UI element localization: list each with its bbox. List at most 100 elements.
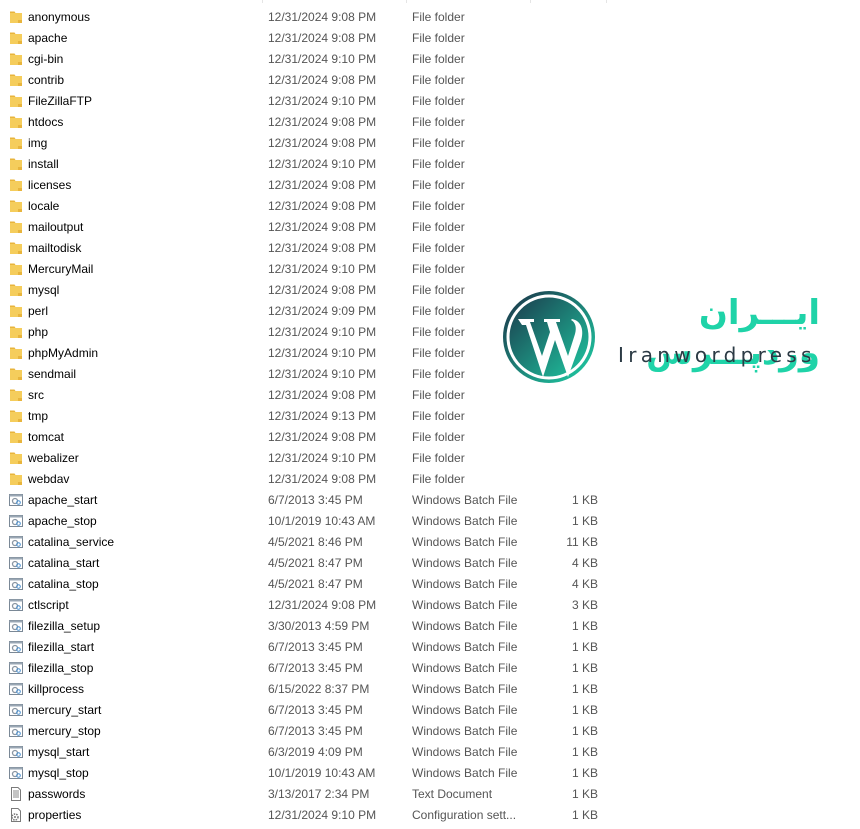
column-divider[interactable]	[530, 0, 531, 3]
file-row[interactable]: mercury_stop 6/7/2013 3:45 PM Windows Ba…	[0, 721, 620, 742]
file-name[interactable]: licenses	[28, 178, 71, 192]
file-type: Windows Batch File	[412, 493, 518, 507]
file-name[interactable]: apache	[28, 31, 67, 45]
file-name[interactable]: perl	[28, 304, 48, 318]
file-row[interactable]: mailoutput 12/31/2024 9:08 PM File folde…	[0, 217, 620, 238]
file-row[interactable]: locale 12/31/2024 9:08 PM File folder	[0, 196, 620, 217]
file-name[interactable]: properties	[28, 808, 81, 822]
file-name[interactable]: catalina_start	[28, 556, 99, 570]
file-name[interactable]: MercuryMail	[28, 262, 93, 276]
file-type: Windows Batch File	[412, 682, 518, 696]
file-row[interactable]: catalina_service 4/5/2021 8:46 PM Window…	[0, 532, 620, 553]
file-type: Windows Batch File	[412, 556, 518, 570]
file-row[interactable]: properties 12/31/2024 9:10 PM Configurat…	[0, 805, 620, 826]
file-date-modified: 6/7/2013 3:45 PM	[268, 724, 363, 738]
file-row[interactable]: FileZillaFTP 12/31/2024 9:10 PM File fol…	[0, 91, 620, 112]
folder-icon	[9, 283, 23, 297]
file-row[interactable]: cgi-bin 12/31/2024 9:10 PM File folder	[0, 49, 620, 70]
file-name[interactable]: tomcat	[28, 430, 64, 444]
file-name[interactable]: mysql_start	[28, 745, 89, 759]
file-row[interactable]: webdav 12/31/2024 9:08 PM File folder	[0, 469, 620, 490]
folder-icon	[9, 73, 23, 87]
file-name[interactable]: catalina_service	[28, 535, 114, 549]
file-date-modified: 12/31/2024 9:08 PM	[268, 388, 377, 402]
file-row[interactable]: mercury_start 6/7/2013 3:45 PM Windows B…	[0, 700, 620, 721]
file-type: Windows Batch File	[412, 514, 518, 528]
file-name[interactable]: filezilla_stop	[28, 661, 93, 675]
column-divider[interactable]	[406, 0, 407, 3]
file-type: File folder	[412, 283, 465, 297]
file-row[interactable]: htdocs 12/31/2024 9:08 PM File folder	[0, 112, 620, 133]
file-row[interactable]: catalina_start 4/5/2021 8:47 PM Windows …	[0, 553, 620, 574]
file-name[interactable]: mercury_stop	[28, 724, 101, 738]
file-row[interactable]: contrib 12/31/2024 9:08 PM File folder	[0, 70, 620, 91]
file-row[interactable]: catalina_stop 4/5/2021 8:47 PM Windows B…	[0, 574, 620, 595]
text-icon	[9, 787, 23, 801]
file-row[interactable]: mysql_start 6/3/2019 4:09 PM Windows Bat…	[0, 742, 620, 763]
file-name[interactable]: ctlscript	[28, 598, 69, 612]
file-name[interactable]: phpMyAdmin	[28, 346, 98, 360]
file-date-modified: 12/31/2024 9:08 PM	[268, 115, 377, 129]
file-row[interactable]: mysql_stop 10/1/2019 10:43 AM Windows Ba…	[0, 763, 620, 784]
column-divider[interactable]	[606, 0, 607, 3]
file-row[interactable]: filezilla_stop 6/7/2013 3:45 PM Windows …	[0, 658, 620, 679]
file-row[interactable]: apache 12/31/2024 9:08 PM File folder	[0, 28, 620, 49]
file-row[interactable]: install 12/31/2024 9:10 PM File folder	[0, 154, 620, 175]
file-name[interactable]: filezilla_setup	[28, 619, 100, 633]
file-row[interactable]: filezilla_start 6/7/2013 3:45 PM Windows…	[0, 637, 620, 658]
file-row[interactable]: apache_start 6/7/2013 3:45 PM Windows Ba…	[0, 490, 620, 511]
file-name[interactable]: passwords	[28, 787, 85, 801]
file-name[interactable]: webdav	[28, 472, 69, 486]
file-name[interactable]: webalizer	[28, 451, 79, 465]
file-name[interactable]: contrib	[28, 73, 64, 87]
file-name[interactable]: htdocs	[28, 115, 63, 129]
column-divider[interactable]	[262, 0, 263, 3]
file-name[interactable]: install	[28, 157, 59, 171]
file-name[interactable]: apache_stop	[28, 514, 97, 528]
file-size: 1 KB	[571, 703, 598, 717]
file-name[interactable]: cgi-bin	[28, 52, 63, 66]
folder-icon	[9, 157, 23, 171]
folder-icon	[9, 304, 23, 318]
file-row[interactable]: mailtodisk 12/31/2024 9:08 PM File folde…	[0, 238, 620, 259]
folder-icon	[9, 220, 23, 234]
file-name[interactable]: mysql_stop	[28, 766, 89, 780]
file-name[interactable]: catalina_stop	[28, 577, 99, 591]
file-row[interactable]: tomcat 12/31/2024 9:08 PM File folder	[0, 427, 620, 448]
file-name[interactable]: tmp	[28, 409, 48, 423]
file-row[interactable]: filezilla_setup 3/30/2013 4:59 PM Window…	[0, 616, 620, 637]
file-name[interactable]: filezilla_start	[28, 640, 94, 654]
batch-icon	[9, 556, 23, 570]
file-name[interactable]: apache_start	[28, 493, 97, 507]
file-name[interactable]: php	[28, 325, 48, 339]
file-name[interactable]: img	[28, 136, 47, 150]
file-name[interactable]: src	[28, 388, 44, 402]
file-name[interactable]: killprocess	[28, 682, 84, 696]
file-date-modified: 6/7/2013 3:45 PM	[268, 493, 363, 507]
file-row[interactable]: apache_stop 10/1/2019 10:43 AM Windows B…	[0, 511, 620, 532]
batch-icon	[9, 745, 23, 759]
file-name[interactable]: mysql	[28, 283, 59, 297]
file-name[interactable]: locale	[28, 199, 59, 213]
file-row[interactable]: passwords 3/13/2017 2:34 PM Text Documen…	[0, 784, 620, 805]
file-row[interactable]: anonymous 12/31/2024 9:08 PM File folder	[0, 7, 620, 28]
file-name[interactable]: anonymous	[28, 10, 90, 24]
file-name[interactable]: sendmail	[28, 367, 76, 381]
file-row[interactable]: webalizer 12/31/2024 9:10 PM File folder	[0, 448, 620, 469]
file-row[interactable]: licenses 12/31/2024 9:08 PM File folder	[0, 175, 620, 196]
file-name[interactable]: mercury_start	[28, 703, 101, 717]
file-row[interactable]: img 12/31/2024 9:08 PM File folder	[0, 133, 620, 154]
file-name[interactable]: mailoutput	[28, 220, 83, 234]
file-row[interactable]: ctlscript 12/31/2024 9:08 PM Windows Bat…	[0, 595, 620, 616]
folder-icon	[9, 241, 23, 255]
file-type: File folder	[412, 199, 465, 213]
file-row[interactable]: MercuryMail 12/31/2024 9:10 PM File fold…	[0, 259, 620, 280]
file-name[interactable]: FileZillaFTP	[28, 94, 92, 108]
file-size: 1 KB	[571, 640, 598, 654]
file-name[interactable]: mailtodisk	[28, 241, 81, 255]
file-type: File folder	[412, 94, 465, 108]
file-date-modified: 12/31/2024 9:08 PM	[268, 10, 377, 24]
file-row[interactable]: killprocess 6/15/2022 8:37 PM Windows Ba…	[0, 679, 620, 700]
file-row[interactable]: src 12/31/2024 9:08 PM File folder	[0, 385, 620, 406]
file-row[interactable]: tmp 12/31/2024 9:13 PM File folder	[0, 406, 620, 427]
